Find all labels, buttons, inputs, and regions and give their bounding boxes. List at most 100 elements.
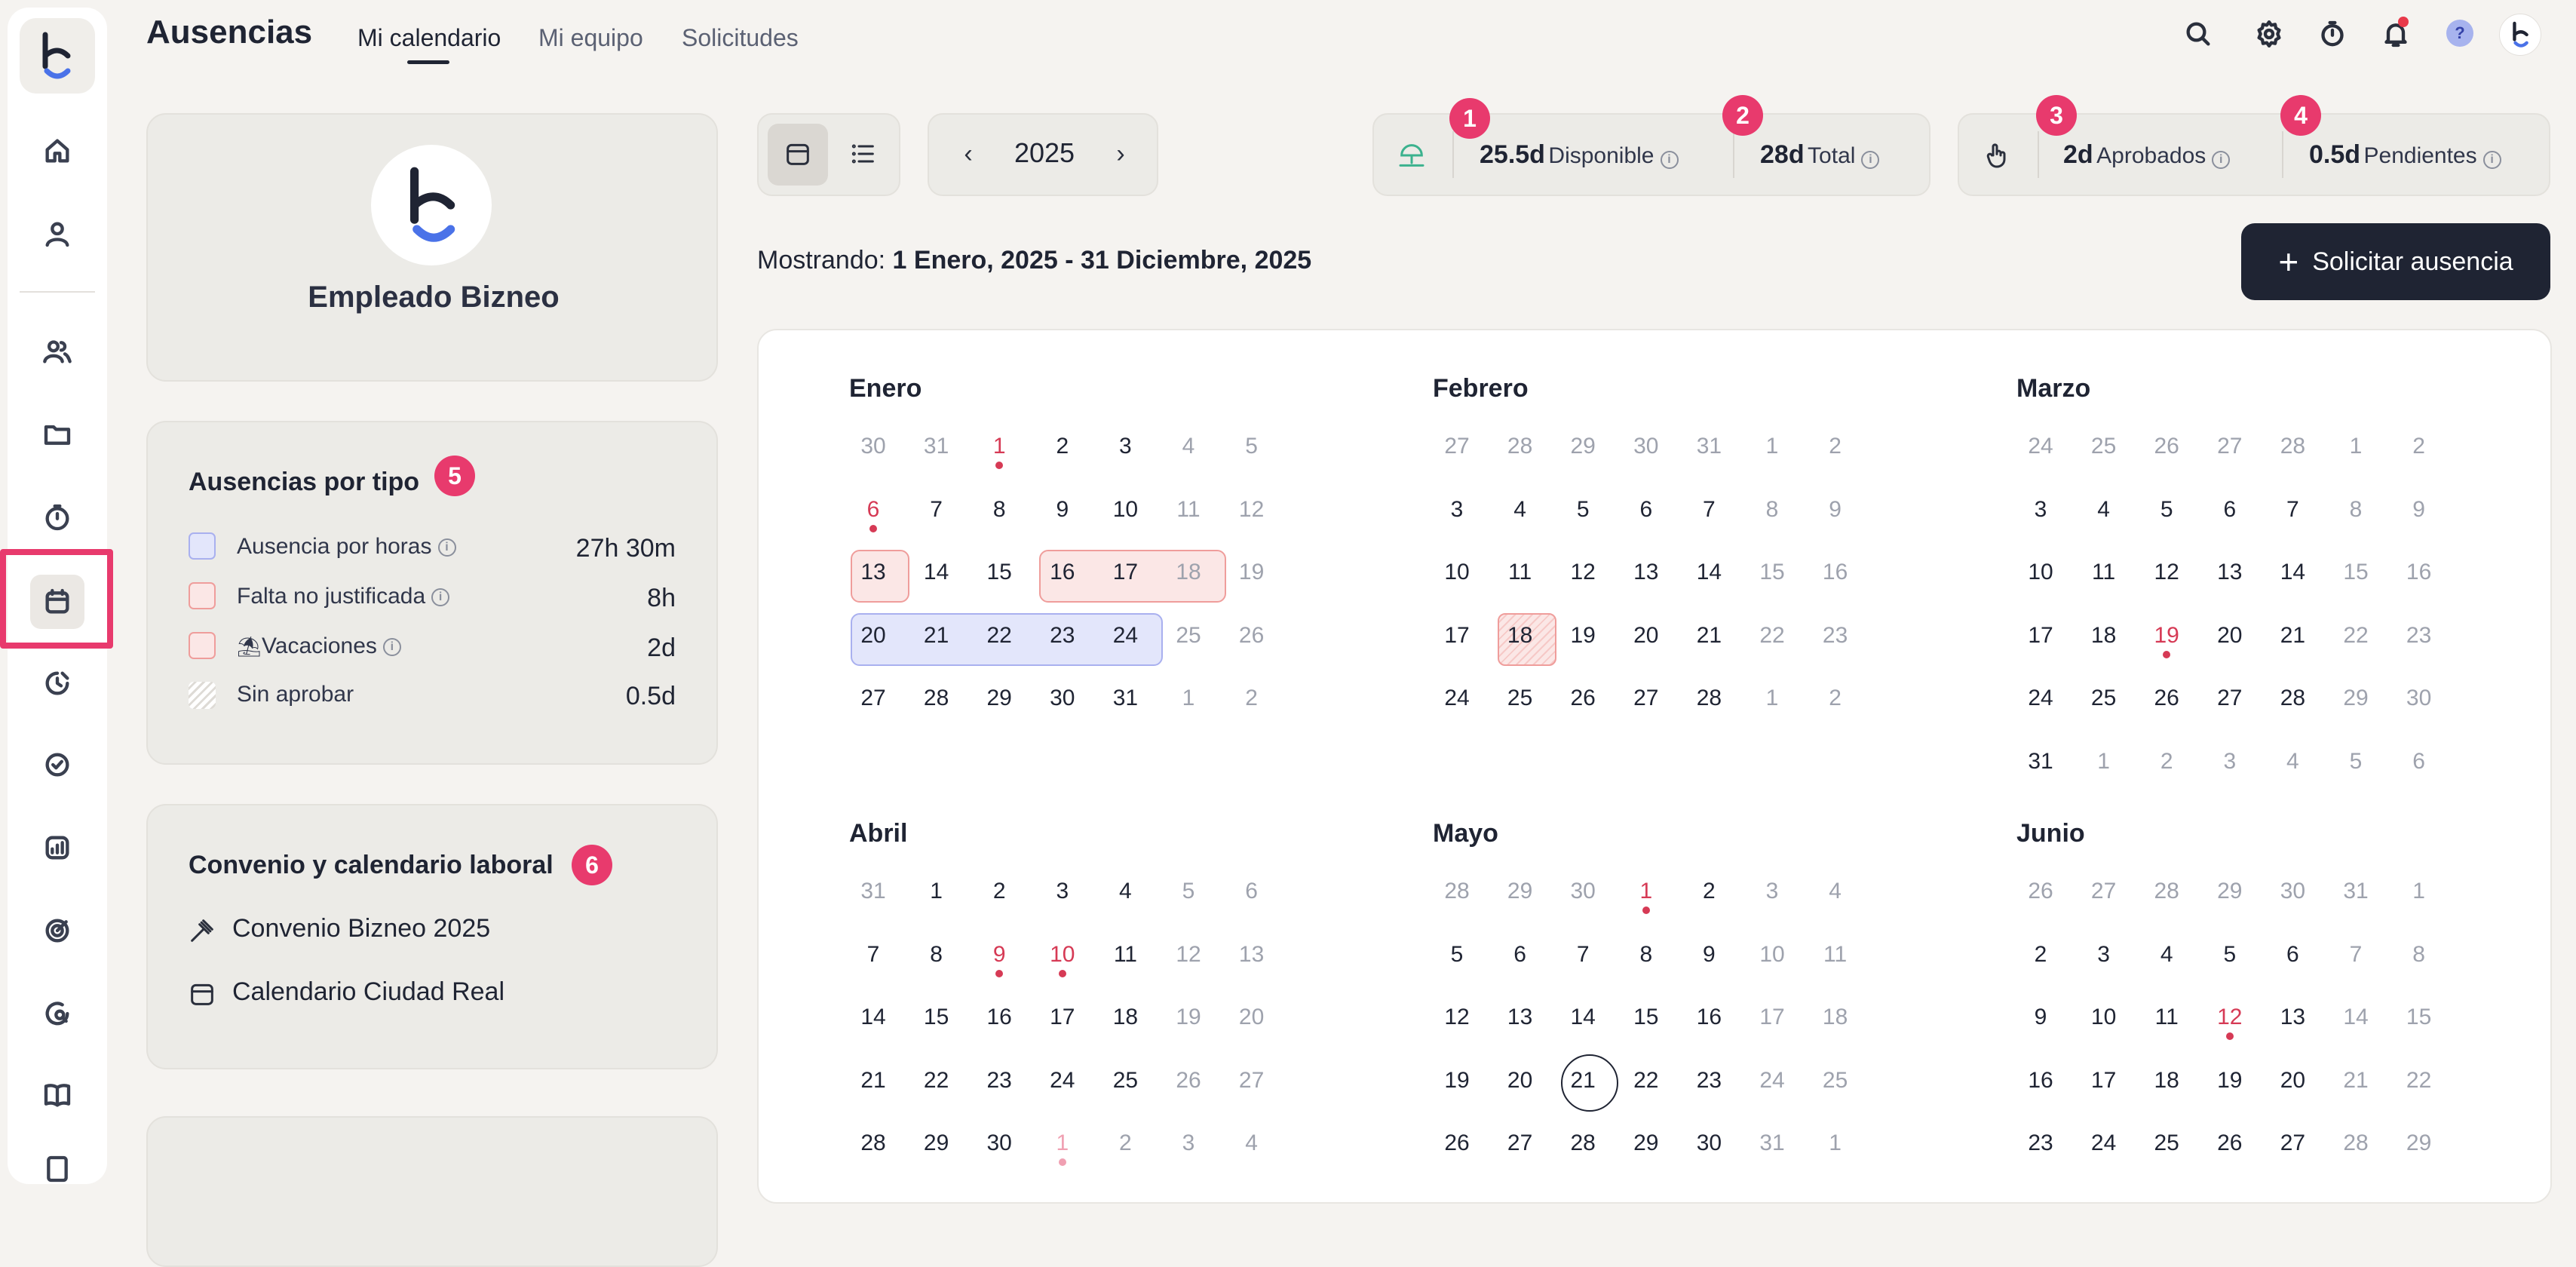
calendar-day[interactable]: 25 [1805,1057,1866,1105]
info-icon[interactable]: i [437,538,456,557]
search-icon[interactable] [2179,15,2217,53]
calendar-day[interactable]: 5 [1427,931,1487,979]
calendar-day[interactable]: 5 [2136,486,2197,534]
calendar-day[interactable]: 19 [1158,993,1219,1042]
calendar-day[interactable]: 8 [969,486,1029,534]
calendar-day[interactable]: 13 [1222,931,1282,979]
info-icon[interactable]: i [382,638,401,657]
calendar-day[interactable]: 30 [843,422,903,471]
calendar-day[interactable]: 3 [2200,738,2260,786]
calendar-day[interactable]: 16 [2389,548,2449,597]
calendar-day[interactable]: 6 [2262,931,2323,979]
calendar-day[interactable]: 20 [1222,993,1282,1042]
calendar-day[interactable]: 16 [969,993,1029,1042]
calendar-day[interactable]: 12 [1427,993,1487,1042]
calendar-day[interactable]: 15 [2389,993,2449,1042]
calendar-day[interactable]: 26 [2010,867,2071,916]
calendar-day[interactable]: 7 [1679,486,1739,534]
calendar-day[interactable]: 18 [1158,548,1219,597]
calendar-day[interactable]: 2 [2389,422,2449,471]
info-icon[interactable]: i [1660,150,1679,169]
calendar-day[interactable]: 2 [1805,422,1866,471]
calendar-day[interactable]: 4 [1490,486,1550,534]
calendar-day[interactable]: 4 [1805,867,1866,916]
calendar-day[interactable]: 3 [2010,486,2071,534]
calendar-day[interactable]: 11 [1805,931,1866,979]
calendar-day[interactable]: 16 [1805,548,1866,597]
calendar-day[interactable]: 16 [1679,993,1739,1042]
check-circle-icon[interactable] [35,742,80,787]
calendar-day[interactable]: 2 [969,867,1029,916]
calendar-day[interactable]: 18 [1490,612,1550,660]
calendar-day[interactable]: 20 [843,612,903,660]
info-icon[interactable]: i [431,588,450,607]
calendar-day[interactable]: 10 [1095,486,1155,534]
calendar-day[interactable]: 30 [969,1119,1029,1167]
calendar-day[interactable]: 20 [2200,612,2260,660]
calendar-day[interactable]: 27 [2200,674,2260,722]
calendar-day[interactable]: 3 [1427,486,1487,534]
calendar-day[interactable]: 23 [969,1057,1029,1105]
calendar-day[interactable]: 14 [2326,993,2386,1042]
calendar-day[interactable]: 29 [2200,867,2260,916]
calendar-day[interactable]: 20 [1616,612,1676,660]
calendar-day[interactable]: 10 [1427,548,1487,597]
calendar-day[interactable]: 30 [1032,674,1093,722]
calendar-day[interactable]: 31 [1679,422,1739,471]
calendar-day[interactable]: 23 [1032,612,1093,660]
calendar-day[interactable]: 22 [906,1057,967,1105]
calendar-day[interactable]: 31 [1095,674,1155,722]
calendar-day[interactable]: 24 [1032,1057,1093,1105]
chevron-right-icon[interactable]: › [1104,137,1137,170]
calendar-day[interactable]: 14 [906,548,967,597]
calendar-day[interactable]: 26 [1222,612,1282,660]
bell-icon[interactable] [2377,15,2415,53]
calendar-day[interactable]: 26 [1553,674,1613,722]
calendar-day[interactable]: 19 [1427,1057,1487,1105]
calendar-day[interactable]: 22 [1616,1057,1676,1105]
calendar-day[interactable]: 22 [969,612,1029,660]
calendar-day[interactable]: 31 [1742,1119,1802,1167]
calendar-day[interactable]: 10 [1742,931,1802,979]
calendar-day[interactable]: 7 [2262,486,2323,534]
calendar-day[interactable]: 4 [1158,422,1219,471]
timer-icon[interactable] [2314,15,2351,53]
request-absence-button[interactable]: + Solicitar ausencia [2241,223,2550,300]
calendar-day[interactable]: 14 [843,993,903,1042]
calendar-day[interactable]: 12 [1553,548,1613,597]
calendar-day[interactable]: 27 [1427,422,1487,471]
calendar-day[interactable]: 8 [1616,931,1676,979]
calendar-day[interactable]: 28 [2262,422,2323,471]
calendar-day[interactable]: 1 [906,867,967,916]
calendar-day[interactable]: 7 [1553,931,1613,979]
calendar-day[interactable]: 19 [2200,1057,2260,1105]
calendar-day[interactable]: 12 [2136,548,2197,597]
list-view-button[interactable] [833,124,893,186]
calendar-day[interactable]: 17 [1742,993,1802,1042]
calendar-day[interactable]: 10 [2074,993,2134,1042]
calendar-day[interactable]: 27 [1490,1119,1550,1167]
calendar-day[interactable]: 1 [1158,674,1219,722]
calendar-day[interactable]: 5 [2326,738,2386,786]
calendar-day[interactable]: 5 [2200,931,2260,979]
calendar-day[interactable]: 28 [1490,422,1550,471]
calendar-day[interactable]: 24 [2074,1119,2134,1167]
calendar-day[interactable]: 8 [2326,486,2386,534]
calendar-day[interactable]: 8 [2389,931,2449,979]
calendar-day[interactable]: 17 [1095,548,1155,597]
calendar-day[interactable]: 21 [2326,1057,2386,1105]
calendar-day[interactable]: 4 [2136,931,2197,979]
calendar-day[interactable]: 12 [1222,486,1282,534]
calendar-day[interactable]: 15 [969,548,1029,597]
calendar-day[interactable]: 9 [2010,993,2071,1042]
calendar-day[interactable]: 26 [1427,1119,1487,1167]
target-icon[interactable] [35,908,80,953]
calendar-day[interactable]: 30 [1553,867,1613,916]
calendar-day[interactable]: 18 [2074,612,2134,660]
calendar-day[interactable]: 24 [1095,612,1155,660]
calendar-day[interactable]: 11 [2136,993,2197,1042]
calendar-day[interactable]: 6 [2389,738,2449,786]
calendar-day[interactable]: 28 [2136,867,2197,916]
calendar-day[interactable]: 28 [843,1119,903,1167]
calendar-day[interactable]: 21 [1679,612,1739,660]
